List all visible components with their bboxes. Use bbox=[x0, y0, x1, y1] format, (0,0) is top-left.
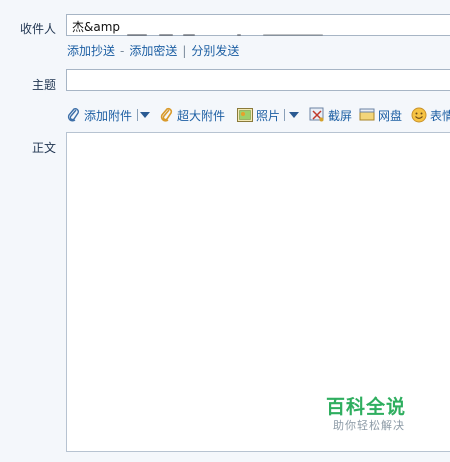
blurred-address-fragment bbox=[237, 34, 241, 36]
large-attachment-label: 超大附件 bbox=[177, 108, 226, 123]
add-bcc-link[interactable]: 添加密送 bbox=[129, 42, 177, 59]
photo-button[interactable]: 照片 bbox=[237, 106, 280, 124]
separator: | bbox=[182, 43, 187, 58]
large-attachment-button[interactable]: 超大附件 bbox=[160, 106, 225, 124]
watermark-logo-text: 百科全说 bbox=[326, 396, 407, 418]
separator: - bbox=[120, 43, 125, 58]
attachment-dropdown-arrow[interactable] bbox=[140, 112, 150, 118]
smiley-icon bbox=[411, 107, 427, 123]
blurred-address-fragment bbox=[159, 34, 173, 36]
recipient-label: 收件人 bbox=[19, 22, 56, 36]
netdisk-label: 网盘 bbox=[378, 108, 403, 123]
add-attachment-label: 添加附件 bbox=[84, 108, 133, 123]
add-cc-link[interactable]: 添加抄送 bbox=[67, 42, 115, 59]
netdisk-button[interactable]: 网盘 bbox=[359, 106, 402, 124]
separate-send-link[interactable]: 分别发送 bbox=[191, 42, 239, 59]
photo-icon bbox=[237, 108, 253, 122]
subject-input[interactable] bbox=[66, 69, 450, 91]
address-actions: 添加抄送 - 添加密送 | 分别发送 bbox=[67, 42, 239, 59]
emoji-button[interactable]: 表情 bbox=[411, 106, 450, 124]
photo-dropdown-arrow[interactable] bbox=[289, 112, 299, 118]
recipient-value: 杰&amp bbox=[72, 20, 121, 34]
screenshot-icon bbox=[309, 107, 324, 122]
photo-label: 照片 bbox=[256, 108, 281, 123]
toolbar-divider bbox=[137, 109, 138, 121]
screenshot-label: 截屏 bbox=[328, 108, 353, 123]
large-paperclip-icon bbox=[160, 107, 173, 122]
blurred-address-fragment bbox=[127, 34, 147, 36]
paperclip-icon bbox=[67, 108, 79, 122]
recipient-field[interactable]: 杰&amp bbox=[66, 14, 450, 36]
toolbar-divider bbox=[284, 109, 285, 121]
netdisk-icon bbox=[359, 108, 375, 121]
emoji-label: 表情 bbox=[430, 108, 450, 123]
blurred-address-fragment bbox=[263, 34, 323, 36]
blurred-address-fragment bbox=[183, 34, 195, 36]
add-attachment-button[interactable]: 添加附件 bbox=[67, 106, 132, 124]
body-label: 正文 bbox=[31, 141, 56, 155]
screenshot-button[interactable]: 截屏 bbox=[309, 106, 352, 124]
watermark-subtitle: 助你轻松解决 bbox=[333, 419, 405, 432]
subject-label: 主题 bbox=[31, 78, 56, 92]
